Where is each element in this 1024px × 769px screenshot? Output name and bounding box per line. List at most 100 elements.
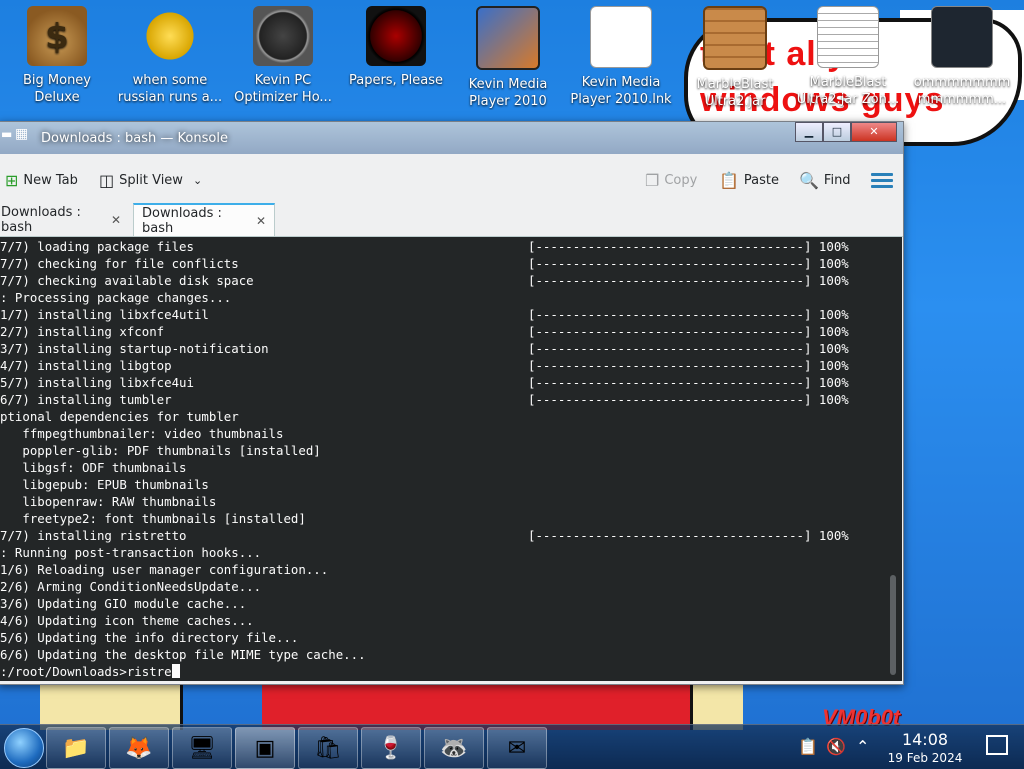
terminal-line: poppler-glib: PDF thumbnails [installed] — [0, 443, 321, 458]
taskbar-app-file-manager[interactable]: 📁 — [46, 727, 106, 769]
terminal-line: libgepub: EPUB thumbnails — [0, 477, 209, 492]
menu-icon[interactable] — [871, 170, 893, 191]
clock[interactable]: 14:08 19 Feb 2024 — [880, 730, 970, 766]
tab-label: Downloads : bash — [142, 205, 222, 236]
toolbar: ⊞ New Tab ◫ Split View ⌄ ❐ Copy 📋 Paste … — [0, 166, 903, 194]
window-menu-icon[interactable]: ▦ — [15, 126, 28, 142]
terminal-line: 5/7) installing libxfce4ui — [0, 375, 194, 390]
desktop-icon-label: Kevin PC — [254, 73, 312, 88]
desktop-icon-media-player[interactable]: Kevin Media Player 2010 — [452, 6, 564, 110]
new-tab-button[interactable]: ⊞ New Tab — [5, 166, 78, 194]
terminal-line: freetype2: font thumbnails [installed] — [0, 511, 306, 526]
minimize-button[interactable]: ▁ — [795, 122, 823, 142]
thunderbird-icon: ✉ — [507, 735, 527, 761]
taskbar: 📁 🦊 🖥 ▣ 🛍 🍷 🦝 ✉ 📋 🔇 ⌃ 14:08 19 Feb 2024 — [0, 724, 1024, 769]
desktop-icon-label: Kevin Media — [468, 77, 548, 92]
chevron-up-icon[interactable]: ⌃ — [856, 737, 869, 756]
terminal-line: ffmpegthumbnailer: video thumbnails — [0, 426, 284, 441]
volume-muted-icon[interactable]: 🔇 — [826, 737, 846, 756]
desktop-icon-papers-please[interactable]: Papers, Please — [340, 6, 452, 89]
desktop-icon-label: ommmmmmm — [913, 75, 1011, 90]
terminal-line: 3/7) installing startup-notification — [0, 341, 269, 356]
taskbar-app-wine[interactable]: 🍷 — [361, 727, 421, 769]
tab-label: Downloads : bash — [1, 204, 81, 235]
tab-downloads-bash-2[interactable]: Downloads : bash ✕ — [133, 203, 275, 236]
new-tab-icon: ⊞ — [5, 170, 19, 190]
terminal-line: 1/7) installing libxfce4util — [0, 307, 209, 322]
text-file-icon — [817, 6, 879, 68]
bag-icon: 🛍 — [314, 735, 342, 761]
papers-please-icon — [366, 6, 426, 66]
search-icon: 🔍 — [799, 170, 819, 190]
desktop-icon-big-money[interactable]: $ Big Money Deluxe — [1, 6, 113, 106]
shortcut-icon — [590, 6, 652, 68]
find-button[interactable]: 🔍 Find — [799, 166, 851, 194]
split-view-label: Split View — [119, 172, 183, 188]
desktop-icon-label: MarbleBlast — [809, 75, 887, 90]
paste-button[interactable]: 📋 Paste — [719, 166, 779, 194]
gear-icon — [140, 6, 200, 66]
split-view-button[interactable]: ◫ Split View ⌄ — [99, 166, 202, 194]
show-desktop-button[interactable] — [986, 735, 1008, 755]
terminal-line: 3/6) Updating GIO module cache... — [0, 596, 247, 611]
terminal-progress: [------------------------------------] 1… — [528, 358, 849, 373]
terminal-progress: [------------------------------------] 1… — [528, 239, 849, 254]
terminal-progress: [------------------------------------] 1… — [528, 392, 849, 407]
paste-icon: 📋 — [719, 170, 739, 190]
terminal-progress: [------------------------------------] 1… — [528, 324, 849, 339]
desktop-icon-label: Player 2010 — [469, 94, 547, 109]
terminal-line: 2/6) Arming ConditionNeedsUpdate... — [0, 579, 262, 594]
close-tab-icon[interactable]: ✕ — [256, 214, 266, 228]
desktop-icon-marbleblast[interactable]: MarbleBlast Ultra2.jar — [679, 6, 791, 110]
terminal-progress: [------------------------------------] 1… — [528, 307, 849, 322]
desktop-icon-media-player-lnk[interactable]: Kevin Media Player 2010.lnk — [565, 6, 677, 108]
terminal-line: 7/7) checking for file conflicts — [0, 256, 239, 271]
desktop-icon-label: Kevin Media — [581, 75, 661, 90]
konsole-app-icon: ▬ — [1, 127, 13, 141]
terminal-prompt[interactable]: :/root/Downloads>ristre — [0, 663, 180, 680]
copy-label: Copy — [664, 172, 698, 188]
terminal-line: 7/7) installing ristretto — [0, 528, 187, 543]
terminal-scrollbar[interactable] — [886, 237, 902, 681]
desktop-icon-label: Player 2010.lnk — [570, 92, 672, 107]
tab-downloads-bash-1[interactable]: Downloads : bash ✕ — [0, 203, 129, 236]
taskbar-app-bag[interactable]: 🛍 — [298, 727, 358, 769]
copy-button[interactable]: ❐ Copy — [645, 166, 697, 194]
clock-date: 19 Feb 2024 — [887, 751, 963, 765]
desktop-icon-label: MarbleBlast — [696, 77, 774, 92]
start-button[interactable] — [4, 728, 44, 768]
wallpaper-red-panel — [262, 680, 692, 730]
desktop-icon-russian[interactable]: when some russian runs a... — [114, 6, 226, 106]
scrollbar-thumb[interactable] — [890, 575, 896, 675]
desktop-icon-pc-optimizer[interactable]: Kevin PC Optimizer Ho... — [227, 6, 339, 106]
tab-bar: Downloads : bash ✕ Downloads : bash ✕ — [0, 203, 903, 237]
clipboard-icon[interactable]: 📋 — [798, 737, 818, 756]
close-button[interactable]: ✕ — [851, 122, 897, 142]
taskbar-app-raccoon[interactable]: 🦝 — [424, 727, 484, 769]
window-controls: ▁ □ ✕ — [795, 122, 897, 142]
terminal-output[interactable]: 7/7) loading package files [-------------… — [0, 237, 886, 681]
terminal-progress: [------------------------------------] 1… — [528, 375, 849, 390]
desktop-icon-ommm[interactable]: ommmmmmm mmmmmm... — [906, 6, 1018, 108]
terminal-line: 5/6) Updating the info directory file... — [0, 630, 299, 645]
close-tab-icon[interactable]: ✕ — [111, 213, 121, 227]
desktop-icon-label: russian runs a... — [117, 90, 223, 105]
terminal-line: : Running post-transaction hooks... — [0, 545, 262, 560]
taskbar-app-control-panel[interactable]: 🖥 — [172, 727, 232, 769]
crate-icon — [703, 6, 767, 70]
taskbar-app-konsole[interactable]: ▣ — [235, 727, 295, 769]
taskbar-app-thunderbird[interactable]: ✉ — [487, 727, 547, 769]
taskbar-app-firefox[interactable]: 🦊 — [109, 727, 169, 769]
split-view-icon: ◫ — [99, 170, 115, 190]
window-titlebar[interactable]: ▬ ▦ Downloads : bash — Konsole ▁ □ ✕ — [0, 122, 903, 154]
desktop-icon-marbleblast-zone[interactable]: MarbleBlast Ultra2.jar Zon... — [792, 6, 904, 108]
terminal-line: 4/6) Updating icon theme caches... — [0, 613, 254, 628]
terminal-line: 7/7) loading package files — [0, 239, 194, 254]
desktop-icon-label: Deluxe — [34, 90, 80, 105]
firefox-icon: 🦊 — [125, 735, 153, 761]
konsole-window: ▬ ▦ Downloads : bash — Konsole ▁ □ ✕ ⊞ N… — [0, 121, 904, 685]
maximize-button[interactable]: □ — [823, 122, 851, 142]
terminal-line: 7/7) checking available disk space — [0, 273, 254, 288]
file-manager-icon: 📁 — [62, 735, 90, 761]
desktop-icon-label: Papers, Please — [348, 73, 444, 88]
